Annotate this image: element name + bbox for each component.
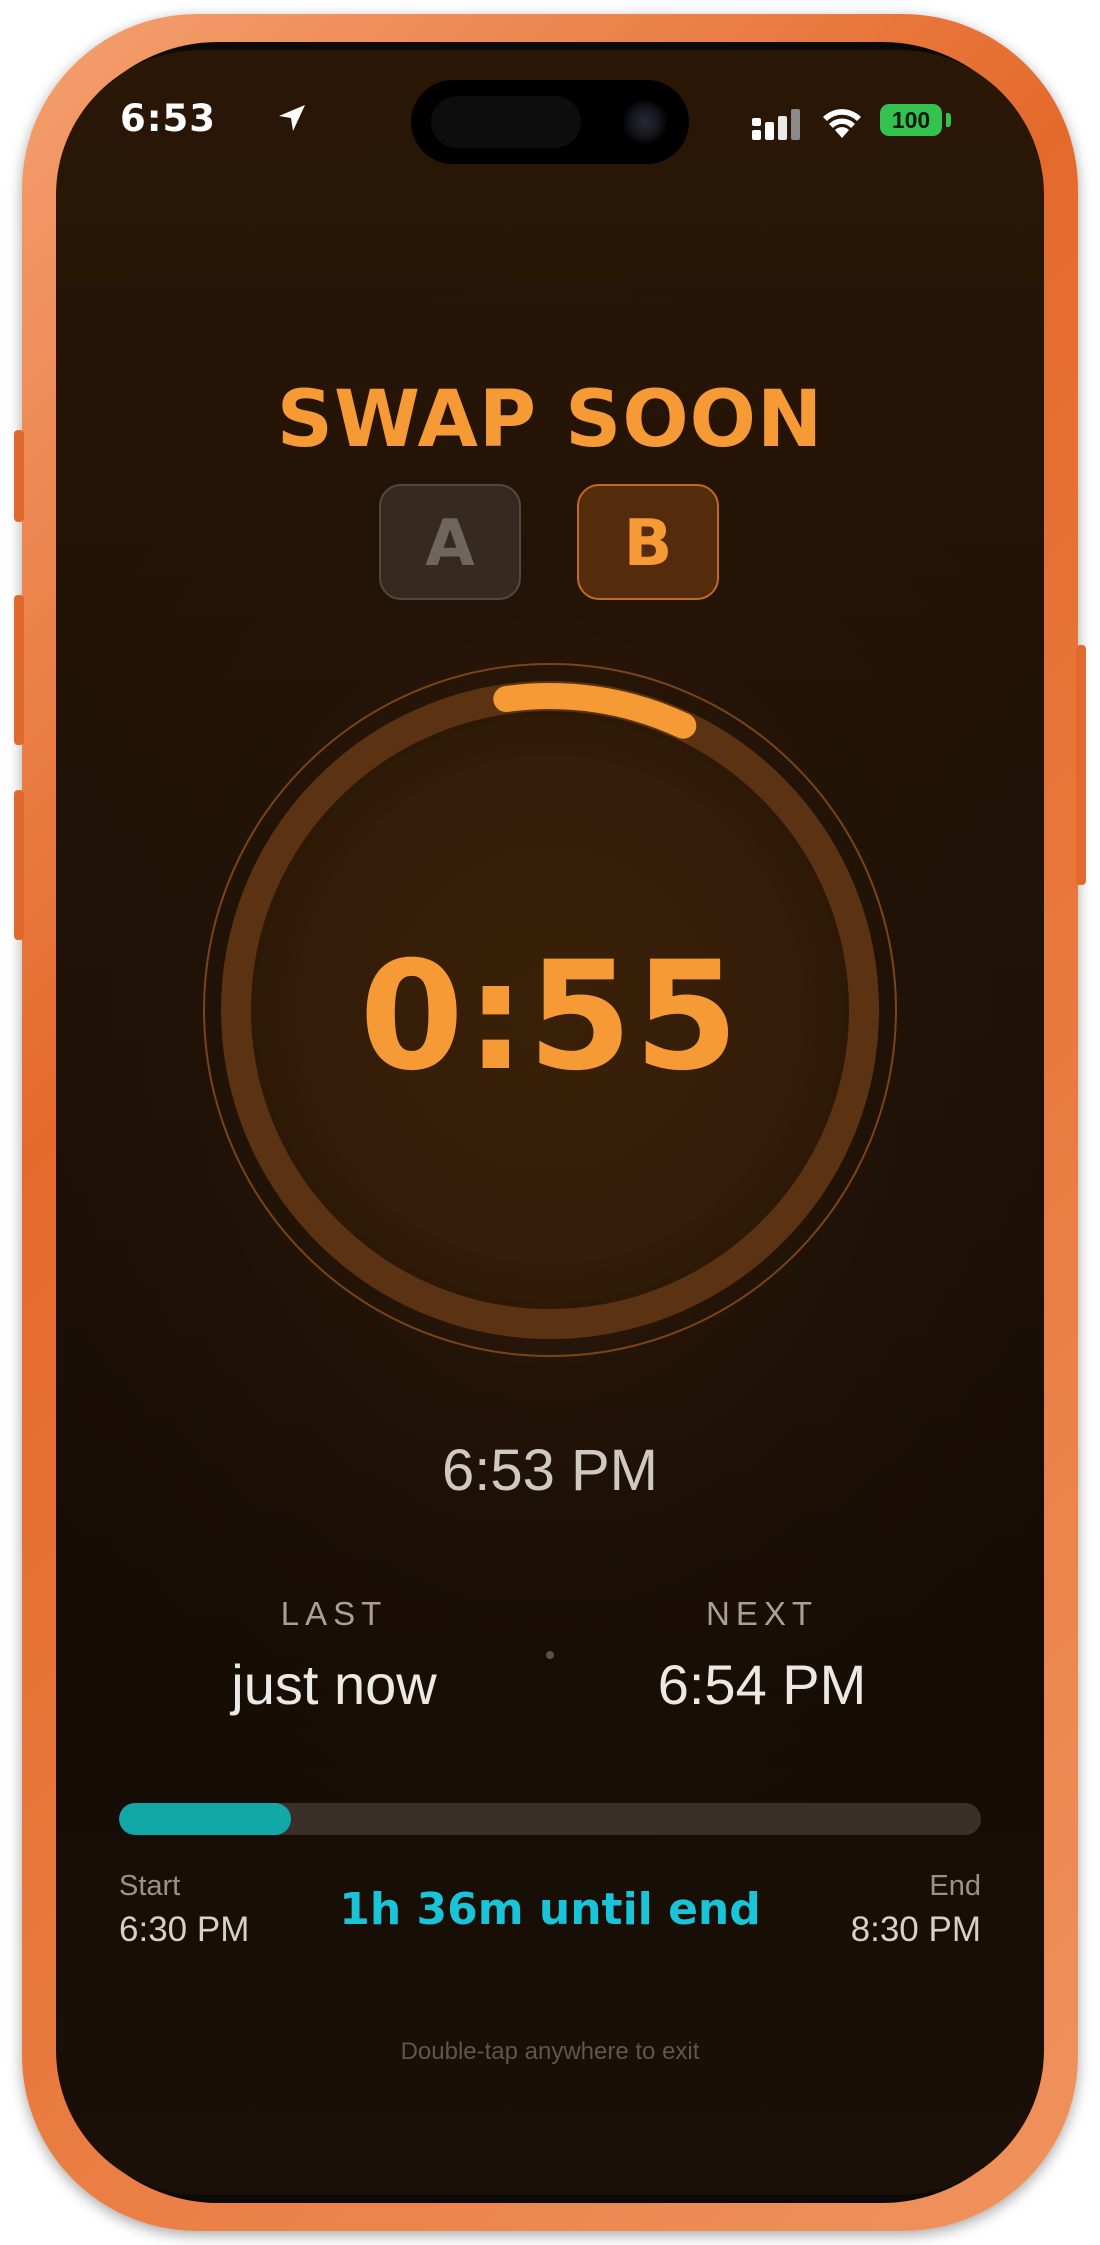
status-time: 6:53 xyxy=(120,97,217,140)
end-label: End xyxy=(929,1870,981,1902)
wifi-icon xyxy=(823,109,861,138)
cellular-signal-icon xyxy=(752,109,800,140)
countdown-timer: 0:55 xyxy=(359,930,741,1104)
location-arrow-icon xyxy=(279,105,305,131)
last-value: just now xyxy=(231,1653,437,1716)
start-label: Start xyxy=(119,1870,181,1902)
side-a-button[interactable]: A xyxy=(379,484,521,600)
page-title: SWAP SOON xyxy=(276,375,824,465)
session-progress-fill xyxy=(119,1803,292,1835)
power-button xyxy=(1076,645,1086,885)
exit-hint: Double-tap anywhere to exit xyxy=(400,2038,700,2065)
volume-down-button xyxy=(14,790,24,940)
volume-up-button xyxy=(14,595,24,745)
next-value: 6:54 PM xyxy=(657,1653,867,1716)
session-progress-bar xyxy=(119,1803,981,1835)
dynamic-island xyxy=(411,80,689,164)
end-time: 8:30 PM xyxy=(850,1910,981,1949)
last-label: LAST xyxy=(280,1595,388,1632)
camera-icon xyxy=(623,100,667,144)
battery-tip xyxy=(946,113,951,127)
remaining-time: 1h 36m until end xyxy=(339,1884,761,1935)
side-b-button[interactable]: B xyxy=(577,484,719,600)
next-label: NEXT xyxy=(705,1595,818,1632)
current-time: 6:53 PM xyxy=(442,1438,658,1503)
battery-indicator: 100 xyxy=(880,104,942,136)
start-time: 6:30 PM xyxy=(119,1910,250,1949)
separator-dot xyxy=(546,1651,554,1659)
